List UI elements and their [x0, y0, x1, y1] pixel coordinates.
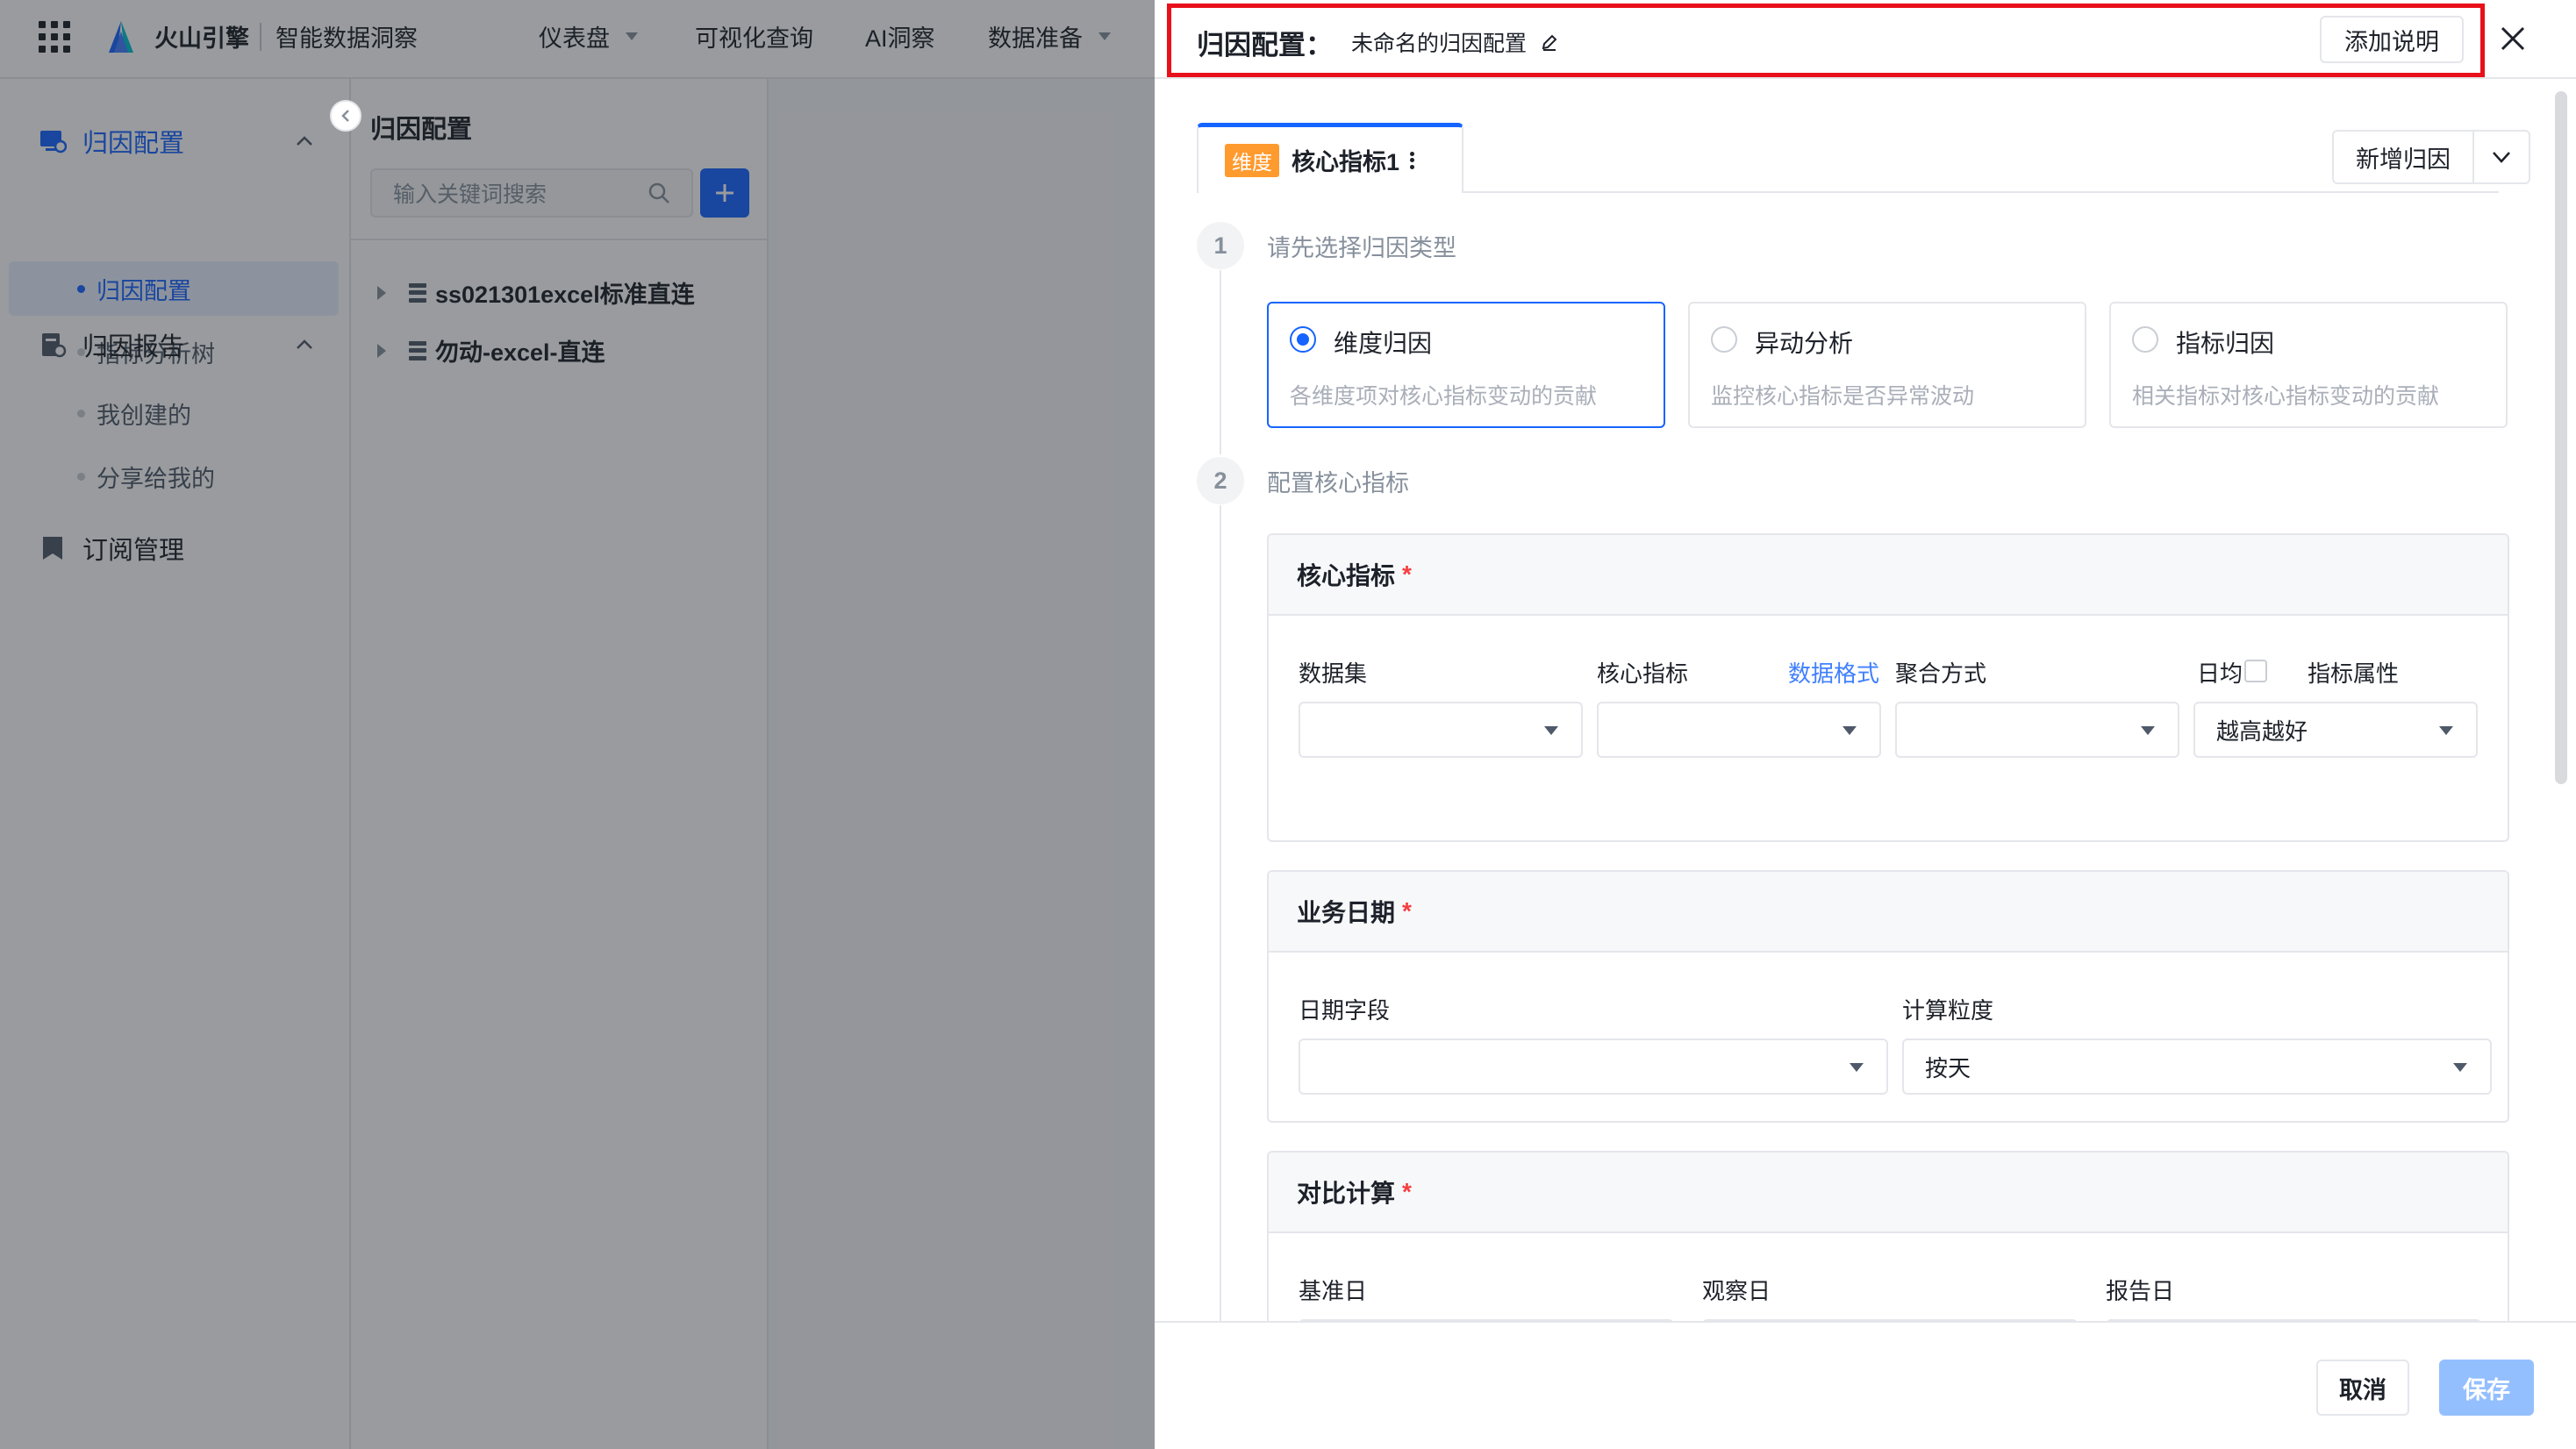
chevron-left-icon — [341, 110, 349, 122]
step-1: 1 请先选择归因类型 — [1197, 222, 1456, 269]
type-name: 维度归因 — [1334, 330, 1433, 357]
step-connector-line — [1220, 270, 1221, 454]
step-label: 请先选择归因类型 — [1267, 234, 1456, 261]
tab-label: 核心指标1 — [1292, 149, 1400, 175]
drawer-footer: 取消 保存 — [1155, 1321, 2576, 1449]
type-description: 各维度项对核心指标变动的贡献 — [1290, 384, 1598, 409]
step-label: 配置核心指标 — [1267, 469, 1409, 496]
tab-core-metric-1[interactable]: 维度 核心指标1 — [1197, 123, 1463, 193]
attribution-config-drawer: 归因配置： 未命名的归因配置 添加说明 维度 核心指标1 新增归因 1 请先选择… — [1155, 0, 2576, 1449]
collapse-sidebar-button[interactable] — [330, 100, 361, 132]
drawer-scrollbar[interactable] — [2555, 91, 2567, 784]
new-attribution-dropdown[interactable] — [2474, 132, 2529, 182]
dataset-label: 数据集 — [1299, 660, 1368, 687]
modal-overlay-mask[interactable] — [0, 0, 1155, 1449]
step-number: 2 — [1197, 457, 1244, 504]
radio-unselected[interactable] — [1711, 326, 1737, 353]
step-connector-line — [1220, 505, 1221, 1321]
metric-property-select[interactable]: 越高越好 — [2193, 702, 2478, 758]
aggregation-label: 聚合方式 — [1895, 660, 1987, 687]
caret-down-icon — [1843, 726, 1857, 735]
close-icon[interactable] — [2499, 25, 2527, 53]
section-title: 对比计算 — [1297, 1180, 1396, 1207]
drawer-title: 归因配置： — [1197, 30, 1333, 61]
more-vertical-icon[interactable] — [1410, 151, 1415, 169]
caret-down-icon — [2453, 1063, 2467, 1072]
type-card-anomaly[interactable]: 异动分析 监控核心指标是否异常波动 — [1688, 302, 2086, 428]
section-header: 业务日期 * — [1269, 872, 2508, 953]
type-card-dimension[interactable]: 维度归因 各维度项对核心指标变动的贡献 — [1267, 302, 1665, 428]
section-header: 核心指标 * — [1269, 535, 2508, 616]
required-mark: * — [1402, 897, 1412, 924]
add-note-button[interactable]: 添加说明 — [2320, 16, 2464, 63]
type-description: 相关指标对核心指标变动的贡献 — [2132, 384, 2440, 409]
section-title: 业务日期 — [1297, 899, 1396, 926]
caret-down-icon — [1850, 1063, 1864, 1072]
report-date-label: 报告日 — [2106, 1278, 2175, 1304]
daily-avg-checkbox[interactable] — [2244, 660, 2267, 682]
observe-date-label: 观察日 — [1702, 1278, 1771, 1304]
caret-down-icon — [2141, 726, 2155, 735]
type-name: 异动分析 — [1755, 330, 1854, 357]
granularity-label: 计算粒度 — [1902, 997, 1994, 1024]
aggregation-select[interactable] — [1895, 702, 2179, 758]
radio-selected[interactable] — [1290, 326, 1316, 353]
required-mark: * — [1402, 1178, 1412, 1205]
select-value: 越高越好 — [2216, 717, 2308, 745]
metric-property-label: 指标属性 — [2308, 660, 2400, 687]
metric-label: 核心指标 — [1597, 660, 1689, 687]
select-value: 按天 — [1925, 1054, 1971, 1081]
chevron-down-icon — [2493, 152, 2510, 163]
section-header: 对比计算 * — [1269, 1153, 2508, 1233]
granularity-select[interactable]: 按天 — [1902, 1039, 2492, 1095]
radio-unselected[interactable] — [2132, 326, 2158, 353]
caret-down-icon — [2439, 726, 2453, 735]
data-format-link[interactable]: 数据格式 — [1788, 656, 1879, 689]
save-button[interactable]: 保存 — [2439, 1360, 2534, 1416]
required-mark: * — [1402, 560, 1412, 588]
core-metric-section: 核心指标 * 数据集 核心指标 数据格式 聚合方式 日均 指标属性 越高越好 — [1267, 533, 2509, 842]
new-attribution-button[interactable]: 新增归因 — [2334, 132, 2474, 182]
dataset-select[interactable] — [1299, 702, 1583, 758]
dimension-tag: 维度 — [1225, 143, 1279, 177]
config-name-text: 未命名的归因配置 — [1351, 32, 1528, 56]
core-metric-select[interactable] — [1597, 702, 1881, 758]
daily-avg-label: 日均 — [2197, 660, 2243, 687]
step-2: 2 配置核心指标 — [1197, 457, 1409, 504]
business-date-section: 业务日期 * 日期字段 计算粒度 按天 — [1267, 870, 2509, 1123]
caret-down-icon — [1544, 726, 1558, 735]
type-card-metric[interactable]: 指标归因 相关指标对核心指标变动的贡献 — [2109, 302, 2508, 428]
cancel-button[interactable]: 取消 — [2316, 1360, 2409, 1416]
drawer-header: 归因配置： 未命名的归因配置 添加说明 — [1155, 0, 2576, 79]
config-name[interactable]: 未命名的归因配置 — [1351, 26, 1558, 58]
type-description: 监控核心指标是否异常波动 — [1711, 384, 1975, 409]
metric-tabs: 维度 核心指标1 新增归因 — [1197, 123, 2530, 193]
section-title: 核心指标 — [1297, 562, 1396, 589]
base-date-label: 基准日 — [1299, 1278, 1368, 1304]
step-number: 1 — [1197, 222, 1244, 269]
type-name: 指标归因 — [2176, 330, 2275, 357]
date-field-label: 日期字段 — [1299, 997, 1391, 1024]
date-field-select[interactable] — [1299, 1039, 1888, 1095]
edit-pencil-icon[interactable] — [1541, 33, 1558, 51]
new-attribution-button-group: 新增归因 — [2332, 130, 2530, 184]
